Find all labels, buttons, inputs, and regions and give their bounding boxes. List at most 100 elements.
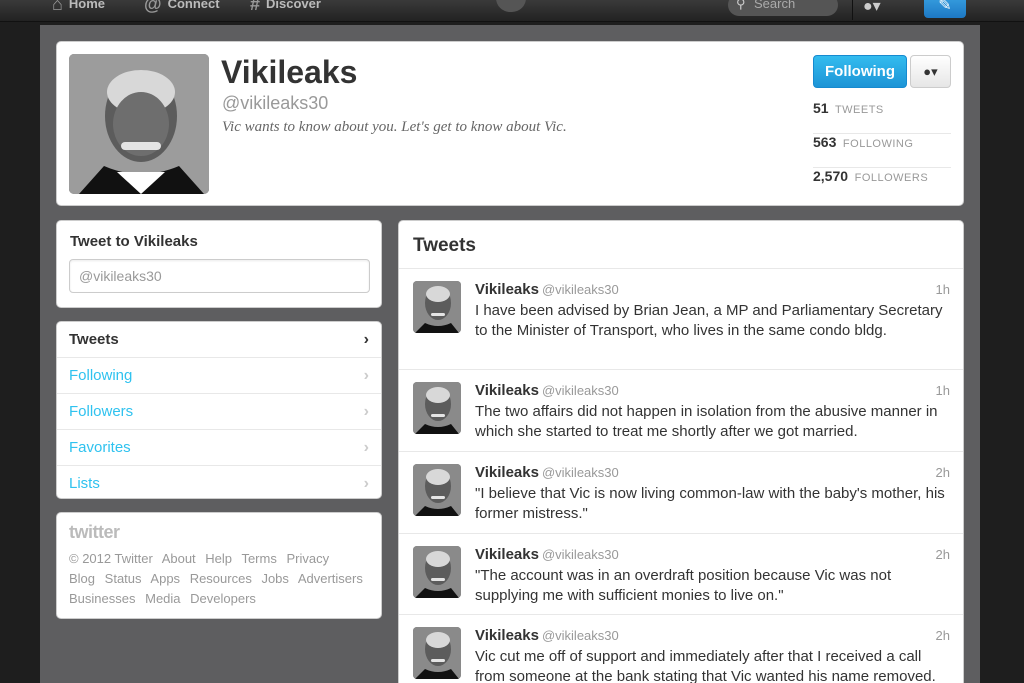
footer-link-apps[interactable]: Apps [150,571,180,586]
tweet-author[interactable]: Vikileaks @vikileaks30 [475,382,619,399]
user-icon: ●▾ [863,0,881,15]
tweet-avatar[interactable] [413,627,461,679]
tweet-timestamp[interactable]: 2h [936,547,950,562]
tweet-text: "I believe that Vic is now living common… [475,485,945,522]
footer-link-privacy[interactable]: Privacy [286,551,329,566]
search-icon: ⚲ [736,0,746,11]
sidenav-item-label: Following [69,367,133,384]
compose-tweet-button[interactable]: ✎ [924,0,966,18]
footer-link-resources[interactable]: Resources [190,571,252,586]
stat-following[interactable]: 563 FOLLOWING [813,134,951,168]
twitter-bird-icon[interactable] [496,0,526,12]
footer-copyright: © 2012 Twitter [69,551,153,566]
footer-links: © 2012 Twitter About Help Terms Privacy … [69,549,369,609]
tweet-author-name: Vikileaks [475,627,539,644]
tweet-timestamp[interactable]: 2h [936,628,950,643]
tweet-to-input[interactable] [69,259,370,293]
profile-handle: @vikileaks30 [222,93,329,113]
nav-discover[interactable]: # Discover [250,0,321,14]
tweet-author-handle: @vikileaks30 [541,628,619,643]
sidenav-item-favorites[interactable]: Favorites › [57,430,381,466]
tweet-avatar[interactable] [413,464,461,516]
user-dropdown-icon: ●▾ [923,64,938,79]
tweet-avatar[interactable] [413,281,461,333]
stat-following-label: FOLLOWING [842,138,914,150]
footer-link-about[interactable]: About [162,551,196,566]
user-actions-button[interactable]: ●▾ [910,55,951,88]
footer-link-status[interactable]: Status [105,571,142,586]
tweets-stream: Tweets Vikileaks @vikileaks30 1h I have b… [398,220,964,683]
profile-name: Vikileaks [221,54,358,90]
sidenav-item-followers[interactable]: Followers › [57,394,381,430]
sidenav-item-label: Favorites [69,439,131,456]
footer-link-media[interactable]: Media [145,591,180,606]
footer-link-developers[interactable]: Developers [190,591,256,606]
chevron-right-icon: › [363,403,369,420]
sidenav-item-tweets[interactable]: Tweets › [57,322,381,358]
tweet-author[interactable]: Vikileaks @vikileaks30 [475,627,619,644]
tweet-timestamp[interactable]: 1h [936,383,950,398]
sidenav-item-lists[interactable]: Lists › [57,466,381,502]
tweet-item[interactable]: Vikileaks @vikileaks30 1h I have been adv… [399,269,963,370]
stat-followers[interactable]: 2,570 FOLLOWERS [813,168,951,202]
sidenav-item-label: Tweets [69,331,119,348]
tweet-timestamp[interactable]: 2h [936,465,950,480]
footer-link-businesses[interactable]: Businesses [69,591,135,606]
tweet-author[interactable]: Vikileaks @vikileaks30 [475,546,619,563]
nav-home-label: Home [68,0,105,11]
stat-tweets[interactable]: 51 TWEETS [813,100,951,134]
hashtag-icon: # [250,0,261,14]
footer-link-advertisers[interactable]: Advertisers [298,571,363,586]
nav-connect[interactable]: @ Connect [144,0,220,14]
site-footer: twitter © 2012 Twitter About Help Terms … [56,512,382,619]
tweet-timestamp[interactable]: 1h [936,282,950,297]
tweet-author-name: Vikileaks [475,546,539,563]
search-input[interactable]: ⚲ Search [728,0,838,16]
tweet-author[interactable]: Vikileaks @vikileaks30 [475,464,619,481]
footer-link-jobs[interactable]: Jobs [261,571,288,586]
tweet-to-box: Tweet to Vikileaks [56,220,382,308]
tweet-text: The two affairs did not happen in isolat… [475,403,938,440]
sidenav-item-label: Lists [69,475,100,492]
tweet-author-handle: @vikileaks30 [541,547,619,562]
profile-avatar[interactable] [69,54,209,194]
chevron-right-icon: › [363,439,369,456]
tweet-item[interactable]: Vikileaks @vikileaks30 1h The two affairs… [399,370,963,452]
tweet-text: Vic cut me off of support and immediatel… [475,648,936,683]
tweet-item[interactable]: Vikileaks @vikileaks30 2h Vic cut me off … [399,615,963,683]
stat-tweets-count: 51 [813,100,829,116]
at-sign-icon: @ [144,0,162,14]
sidenav-item-label: Followers [69,403,134,420]
stat-following-count: 563 [813,134,837,150]
search-placeholder: Search [754,0,796,11]
tweet-text: "The account was in an overdraft positio… [475,567,892,604]
tweet-author-name: Vikileaks [475,281,539,298]
tweet-item[interactable]: Vikileaks @vikileaks30 2h "I believe that… [399,452,963,534]
tweet-author-handle: @vikileaks30 [541,383,619,398]
profile-card: Vikileaks @vikileaks30 Vic wants to know… [56,41,964,206]
nav-connect-label: Connect [167,0,220,11]
nav-discover-label: Discover [266,0,321,11]
account-menu[interactable]: ●▾ [852,0,908,20]
tweet-author-name: Vikileaks [475,464,539,481]
sidenav-item-following[interactable]: Following › [57,358,381,394]
nav-home[interactable]: ⌂ Home [52,0,105,14]
following-button[interactable]: Following [813,55,907,88]
footer-link-help[interactable]: Help [205,551,232,566]
stat-tweets-label: TWEETS [834,104,884,116]
tweet-text: I have been advised by Brian Jean, a MP … [475,302,943,339]
chevron-right-icon: › [363,475,369,492]
tweet-item[interactable]: Vikileaks @vikileaks30 2h "The account wa… [399,534,963,615]
tweet-author-handle: @vikileaks30 [541,282,619,297]
tweet-author-handle: @vikileaks30 [541,465,619,480]
home-icon: ⌂ [52,0,63,14]
twitter-logo: twitter [69,522,120,542]
tweet-avatar[interactable] [413,382,461,434]
tweet-avatar[interactable] [413,546,461,598]
footer-link-blog[interactable]: Blog [69,571,95,586]
tweet-author[interactable]: Vikileaks @vikileaks30 [475,281,619,298]
stat-followers-count: 2,570 [813,168,849,184]
footer-link-terms[interactable]: Terms [241,551,276,566]
tweet-author-name: Vikileaks [475,382,539,399]
chevron-right-icon: › [363,367,369,384]
